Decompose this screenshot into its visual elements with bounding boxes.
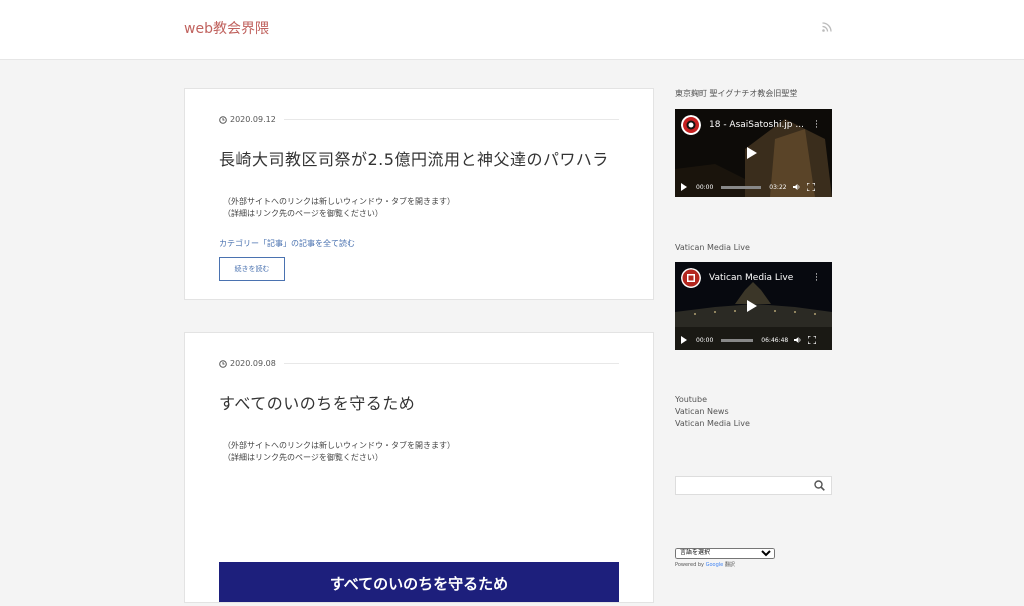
site-header: web教会界隈	[0, 0, 1024, 60]
language-select[interactable]: 言語を選択	[675, 547, 775, 559]
post-date-row: 2020.09.08	[219, 359, 619, 368]
search-input[interactable]	[676, 480, 812, 499]
progress-bar[interactable]	[721, 185, 762, 189]
video-title[interactable]: 18 - AsaiSatoshi.jp ...	[709, 120, 804, 130]
widget-title: 東京麹町 聖イグナチオ教会旧聖堂	[675, 89, 798, 98]
post-note-line2: （詳細はリンク先のページを御覧ください）	[223, 209, 383, 218]
powered-by-text: Powered by	[675, 561, 704, 568]
main-content: 2020.09.12 長崎大司教区司祭が2.5億円流用と神父達のパワハラ （外部…	[184, 88, 654, 603]
widget-title: Vatican Media Live	[675, 243, 750, 252]
category-link[interactable]: カテゴリー「記事」の記事を全て読む	[219, 238, 619, 249]
volume-icon[interactable]	[792, 183, 801, 191]
search-box	[675, 476, 832, 499]
video-title[interactable]: Vatican Media Live	[709, 273, 793, 283]
post-card: 2020.09.08 すべてのいのちを守るため （外部サイトへのリンクは新しいウ…	[184, 332, 654, 603]
more-options-icon[interactable]: · · ·	[815, 118, 818, 133]
play-button[interactable]	[681, 183, 687, 191]
post-date-row: 2020.09.12	[219, 115, 619, 124]
video-player-ignatius[interactable]: 18 - AsaiSatoshi.jp ... · · · 00:00 03:22	[675, 109, 832, 197]
post-date: 2020.09.12	[230, 115, 276, 124]
post-banner-image[interactable]: すべてのいのちを守るため	[219, 562, 619, 602]
powered-by-google: Powered by Google 翻訳	[675, 561, 832, 568]
date-divider	[283, 363, 619, 364]
link-vatican-media-live[interactable]: Vatican Media Live	[675, 418, 832, 430]
google-logo: Google	[705, 561, 724, 568]
volume-icon[interactable]	[794, 336, 802, 344]
sidebar: 東京麹町 聖イグナチオ教会旧聖堂 18 - AsaiSatoshi.jp ...…	[675, 88, 832, 568]
post-note-line1: （外部サイトへのリンクは新しいウィンドウ・タブを開きます）	[223, 441, 455, 450]
video-controls: 00:00 03:22	[675, 177, 832, 197]
video-player-vatican[interactable]: Vatican Media Live · · · 00:00 06:46:48	[675, 262, 832, 350]
translate-widget: 言語を選択 Powered by Google 翻訳	[675, 539, 832, 568]
post-title[interactable]: 長崎大司教区司祭が2.5億円流用と神父達のパワハラ	[219, 146, 619, 170]
time-current: 00:00	[696, 183, 714, 191]
more-options-icon[interactable]: · · ·	[815, 271, 818, 286]
rss-icon[interactable]	[822, 22, 832, 32]
search-icon[interactable]	[814, 480, 825, 491]
post-note-line1: （外部サイトへのリンクは新しいウィンドウ・タブを開きます）	[223, 197, 455, 206]
channel-logo-icon[interactable]	[681, 268, 701, 288]
clock-icon	[219, 115, 227, 124]
play-icon[interactable]	[747, 147, 757, 159]
read-more-button[interactable]: 続きを読む	[219, 257, 285, 281]
translate-link[interactable]: 翻訳	[725, 562, 735, 568]
post-card: 2020.09.12 長崎大司教区司祭が2.5億円流用と神父達のパワハラ （外部…	[184, 88, 654, 300]
video-controls: 00:00 06:46:48	[675, 330, 832, 350]
channel-logo-icon[interactable]	[681, 115, 701, 135]
play-icon[interactable]	[747, 300, 757, 312]
fullscreen-icon[interactable]	[808, 336, 817, 344]
date-divider	[283, 119, 619, 120]
link-vatican-news[interactable]: Vatican News	[675, 406, 832, 418]
post-date: 2020.09.08	[230, 359, 276, 368]
time-total: 03:22	[769, 183, 787, 191]
play-button[interactable]	[681, 336, 687, 344]
link-list: Youtube Vatican News Vatican Media Live	[675, 394, 832, 430]
clock-icon	[219, 359, 227, 368]
time-current: 00:00	[696, 336, 714, 344]
time-total: 06:46:48	[761, 336, 789, 344]
post-title[interactable]: すべてのいのちを守るため	[219, 390, 619, 414]
link-youtube[interactable]: Youtube	[675, 394, 832, 406]
site-title-link[interactable]: web教会界隈	[184, 18, 269, 38]
progress-bar[interactable]	[721, 338, 754, 342]
post-note-line2: （詳細はリンク先のページを御覧ください）	[223, 453, 383, 462]
fullscreen-icon[interactable]	[806, 183, 815, 191]
